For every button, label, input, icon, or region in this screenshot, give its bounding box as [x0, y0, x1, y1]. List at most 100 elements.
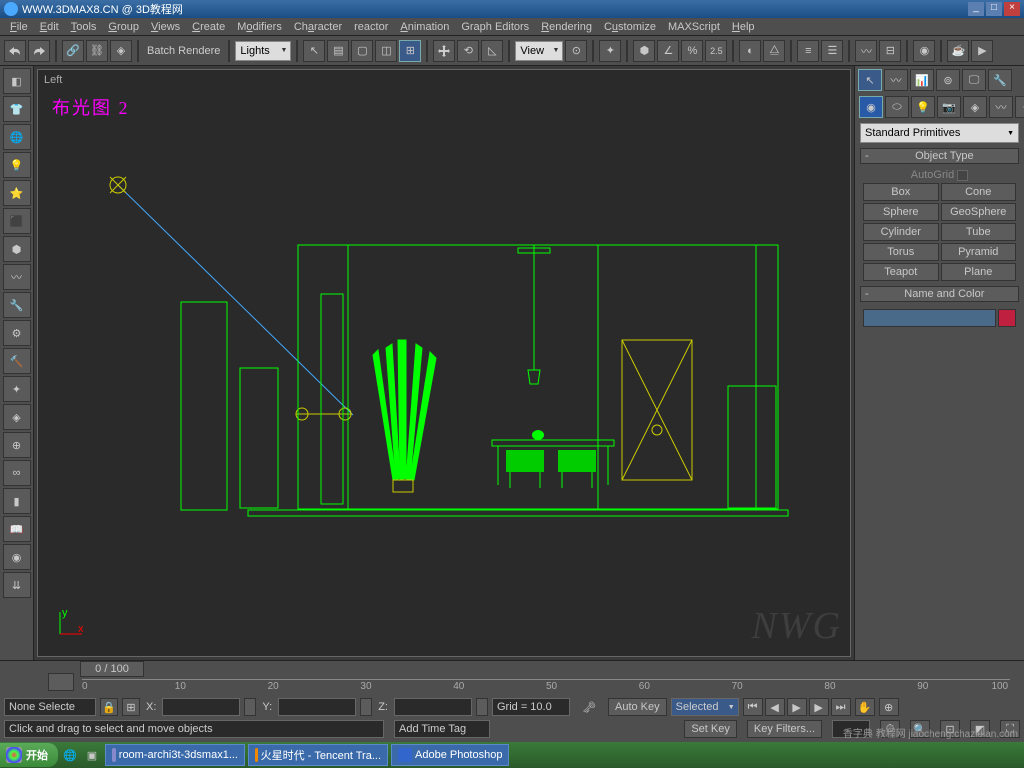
menu-grapheditors[interactable]: Graph Editors	[455, 21, 535, 33]
trackbar-toggle[interactable]	[48, 673, 74, 691]
nav-arc-button[interactable]: ⊕	[879, 698, 899, 716]
menu-edit[interactable]: Edit	[34, 21, 65, 33]
window-crossing-button[interactable]: ◫	[375, 40, 397, 62]
btn-sphere[interactable]: Sphere	[863, 203, 939, 221]
primitive-dropdown[interactable]: Standard Primitives	[860, 123, 1019, 143]
rotate-button[interactable]: ⟲	[457, 40, 479, 62]
menu-character[interactable]: Character	[288, 21, 348, 33]
align-button[interactable]: ≡	[797, 40, 819, 62]
color-swatch[interactable]	[998, 309, 1016, 327]
cat-geometry-icon[interactable]: ◉	[859, 96, 883, 118]
selection-filter-dropdown[interactable]: Lights	[235, 41, 291, 61]
y-field[interactable]	[278, 698, 356, 716]
tab-util4-icon[interactable]: 🔨	[3, 348, 31, 374]
tab-modeling-icon[interactable]: ◧	[3, 68, 31, 94]
task-item-2[interactable]: 火星时代 - Tencent Tra...	[248, 744, 388, 766]
tab-util9-icon[interactable]: ▮	[3, 488, 31, 514]
select-button[interactable]: ↖	[303, 40, 325, 62]
menu-file[interactable]: File	[4, 21, 34, 33]
play-button[interactable]: ▶	[787, 698, 807, 716]
btn-cylinder[interactable]: Cylinder	[863, 223, 939, 241]
start-button[interactable]: 开始	[0, 743, 58, 767]
select-name-button[interactable]: ▤	[327, 40, 349, 62]
task-item-1[interactable]: room-archi3t-3dsmax1...	[105, 744, 245, 766]
tab-lights-icon[interactable]: 💡	[3, 152, 31, 178]
pivot-button[interactable]: ⊙	[565, 40, 587, 62]
select-region-button[interactable]: ⊞	[399, 40, 421, 62]
btn-pyramid[interactable]: Pyramid	[941, 243, 1017, 261]
menu-modifiers[interactable]: Modifiers	[231, 21, 288, 33]
z-field[interactable]	[394, 698, 472, 716]
x-field[interactable]	[162, 698, 240, 716]
cat-shapes-icon[interactable]: ⬭	[885, 96, 909, 118]
btn-torus[interactable]: Torus	[863, 243, 939, 261]
setkey-button[interactable]: Set Key	[684, 720, 737, 738]
x-spinner[interactable]	[244, 698, 256, 716]
cat-systems-icon[interactable]: ✳	[1015, 96, 1024, 118]
time-slider[interactable]: 0 / 100	[80, 661, 144, 677]
tab-nurbs-icon[interactable]: ⬛	[3, 208, 31, 234]
quick-render-button[interactable]: ▶	[971, 40, 993, 62]
tab-compound-icon[interactable]: 🌐	[3, 124, 31, 150]
menu-animation[interactable]: Animation	[394, 21, 455, 33]
menu-rendering[interactable]: Rendering	[535, 21, 598, 33]
menu-tools[interactable]: Tools	[65, 21, 103, 33]
z-spinner[interactable]	[476, 698, 488, 716]
tab-util2-icon[interactable]: 🔧	[3, 292, 31, 318]
named-sel-button[interactable]: ◐	[739, 40, 761, 62]
btn-teapot[interactable]: Teapot	[863, 263, 939, 281]
select-rect-button[interactable]: ▢	[351, 40, 373, 62]
tab-motion-icon[interactable]: ⊚	[936, 69, 960, 91]
tab-util11-icon[interactable]: ◉	[3, 544, 31, 570]
layers-button[interactable]: ☰	[821, 40, 843, 62]
timetag-field[interactable]: Add Time Tag	[394, 720, 490, 738]
menu-maxscript[interactable]: MAXScript	[662, 21, 726, 33]
tab-display-icon[interactable]: 🖵	[962, 69, 986, 91]
tab-util1-icon[interactable]: 〰	[3, 264, 31, 290]
angle-snap-button[interactable]: ∠	[657, 40, 679, 62]
unlink-button[interactable]: ⛓	[86, 40, 108, 62]
maximize-button[interactable]: □	[986, 2, 1002, 16]
curve-editor-button[interactable]: 〰	[855, 40, 877, 62]
spinner-snap-button[interactable]: 2.5	[705, 40, 727, 62]
timeline[interactable]: 0 / 100 0 10 20 30 40 50 60 70 80 90 100	[0, 661, 1024, 695]
ref-coord-dropdown[interactable]: View	[515, 41, 563, 61]
mirror-button[interactable]: ⧋	[763, 40, 785, 62]
move-button[interactable]	[433, 40, 455, 62]
undo-button[interactable]	[4, 40, 26, 62]
minimize-button[interactable]: _	[968, 2, 984, 16]
goto-start-button[interactable]: ⏮	[743, 698, 763, 716]
time-ruler[interactable]: 0 10 20 30 40 50 60 70 80 90 100	[82, 679, 1010, 695]
redo-button[interactable]	[28, 40, 50, 62]
tab-util6-icon[interactable]: ◈	[3, 404, 31, 430]
tab-create-icon[interactable]: ↖	[858, 69, 882, 91]
tab-utilities-icon[interactable]: 🔧	[988, 69, 1012, 91]
tab-particles-icon[interactable]: ⭐	[3, 180, 31, 206]
rollout-namecolor[interactable]: -Name and Color	[860, 286, 1019, 302]
tab-util7-icon[interactable]: ⊕	[3, 432, 31, 458]
tab-util8-icon[interactable]: ∞	[3, 460, 31, 486]
btn-box[interactable]: Box	[863, 183, 939, 201]
cat-space-icon[interactable]: 〰	[989, 96, 1013, 118]
tab-hierarchy-icon[interactable]: 📊	[910, 69, 934, 91]
y-spinner[interactable]	[360, 698, 372, 716]
menu-group[interactable]: Group	[102, 21, 145, 33]
nav-pan-button[interactable]: ✋	[855, 698, 875, 716]
cat-helpers-icon[interactable]: ◈	[963, 96, 987, 118]
link-button[interactable]: 🔗	[62, 40, 84, 62]
close-button[interactable]: ×	[1004, 2, 1020, 16]
tab-modify-icon[interactable]: 〰	[884, 69, 908, 91]
ql-item-2[interactable]: ▣	[82, 745, 102, 765]
percent-snap-button[interactable]: %	[681, 40, 703, 62]
rollout-objecttype[interactable]: -Object Type	[860, 148, 1019, 164]
keymode-dropdown[interactable]: Selected	[671, 698, 739, 716]
next-frame-button[interactable]: ▶	[809, 698, 829, 716]
task-item-3[interactable]: Adobe Photoshop	[391, 744, 509, 766]
btn-plane[interactable]: Plane	[941, 263, 1017, 281]
abs-rel-button[interactable]: ⊞	[122, 698, 140, 716]
select-manipulate-button[interactable]: ✦	[599, 40, 621, 62]
material-button[interactable]: ◉	[913, 40, 935, 62]
prev-frame-button[interactable]: ◀	[765, 698, 785, 716]
menu-views[interactable]: Views	[145, 21, 186, 33]
bind-button[interactable]: ◈	[110, 40, 132, 62]
